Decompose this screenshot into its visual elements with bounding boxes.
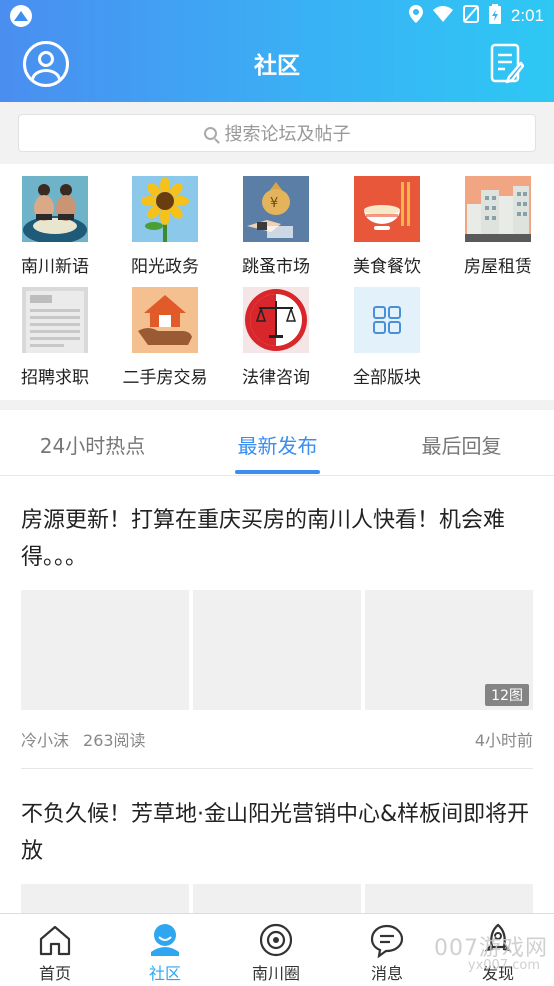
post-title[interactable]: 不负久候！芳草地·金山阳光营销中心&样板间即将开放 bbox=[21, 796, 533, 870]
nav-label: 南川圈 bbox=[251, 964, 300, 983]
category-nanchuan-news[interactable]: 南川新语 bbox=[0, 164, 110, 277]
search-area: 搜索论坛及帖子 bbox=[0, 102, 554, 164]
nav-label: 首页 bbox=[38, 964, 71, 983]
battery-icon bbox=[488, 4, 501, 28]
category-all-sections[interactable]: 全部版块 bbox=[332, 275, 442, 388]
category-label: 美食餐饮 bbox=[353, 257, 421, 277]
money-bag-icon: ¥ bbox=[243, 176, 309, 242]
post-meta: 冷小沫 263阅读 bbox=[21, 727, 146, 751]
post-time: 4小时前 bbox=[474, 731, 533, 750]
forum-category-grid: 南川新语 阳光政务 ¥ 跳蚤市场 美食餐饮 房屋租赁 招聘求职 二手房交易 法律… bbox=[0, 164, 554, 400]
post-image-2[interactable] bbox=[193, 590, 361, 710]
community-icon bbox=[151, 924, 179, 956]
tab-last-reply[interactable]: 最后回复 bbox=[369, 430, 554, 459]
post-author: 冷小沫 bbox=[21, 731, 70, 750]
category-label: 阳光政务 bbox=[131, 257, 199, 277]
post-separator bbox=[21, 768, 533, 769]
search-input[interactable]: 搜索论坛及帖子 bbox=[18, 114, 536, 152]
category-label: 法律咨询 bbox=[242, 368, 310, 388]
category-label: 全部版块 bbox=[353, 368, 421, 388]
category-second-hand-housing[interactable]: 二手房交易 bbox=[110, 275, 220, 388]
image-count-badge: 12图 bbox=[485, 684, 529, 706]
post-image-1[interactable] bbox=[21, 884, 189, 913]
buildings-icon bbox=[465, 176, 531, 242]
sunflower-icon bbox=[132, 176, 198, 242]
grid-icon bbox=[354, 287, 420, 353]
post-reads: 263阅读 bbox=[83, 731, 146, 750]
category-label: 招聘求职 bbox=[21, 368, 89, 388]
food-bowl-icon bbox=[354, 176, 420, 242]
post-image-3[interactable] bbox=[365, 884, 533, 913]
sumo-wrestlers-icon bbox=[22, 176, 88, 242]
post-item[interactable]: 房源更新！打算在重庆买房的南川人快看！机会难得。。。 12图 冷小沫 263阅读 … bbox=[0, 476, 554, 770]
category-sunshine-gov[interactable]: 阳光政务 bbox=[110, 164, 220, 277]
tab-24h-hot[interactable]: 24小时热点 bbox=[0, 430, 185, 459]
category-legal[interactable]: 法律咨询 bbox=[221, 275, 331, 388]
nav-messages[interactable]: 消息 bbox=[332, 914, 442, 986]
circle-icon bbox=[259, 923, 293, 957]
post-title[interactable]: 房源更新！打算在重庆买房的南川人快看！机会难得。。。 bbox=[21, 502, 533, 576]
status-time: 2:01 bbox=[510, 6, 544, 25]
post-tabs: 24小时热点 最新发布 最后回复 bbox=[0, 410, 554, 476]
nav-community[interactable]: 社区 bbox=[110, 914, 220, 986]
category-label: 二手房交易 bbox=[122, 368, 208, 388]
active-tab-indicator bbox=[235, 470, 320, 474]
svg-text:¥: ¥ bbox=[270, 196, 278, 211]
category-rental[interactable]: 房屋租赁 bbox=[443, 164, 553, 277]
post-image-1[interactable] bbox=[21, 590, 189, 710]
post-image-2[interactable] bbox=[193, 884, 361, 913]
nav-home[interactable]: 首页 bbox=[0, 914, 110, 986]
wifi-icon bbox=[432, 6, 453, 26]
nav-label: 社区 bbox=[148, 964, 181, 983]
app-logo-icon bbox=[10, 5, 32, 27]
category-label: 跳蚤市场 bbox=[242, 257, 310, 277]
no-sim-icon bbox=[462, 5, 479, 27]
app-header: 2:01 社区 bbox=[0, 0, 554, 102]
status-bar: 2:01 bbox=[0, 0, 554, 30]
tab-latest[interactable]: 最新发布 bbox=[185, 430, 370, 459]
scales-icon bbox=[243, 287, 309, 353]
category-label: 房屋租赁 bbox=[464, 257, 532, 277]
home-icon bbox=[39, 925, 71, 956]
nav-nanchuan-circle[interactable]: 南川圈 bbox=[221, 914, 331, 986]
category-food[interactable]: 美食餐饮 bbox=[332, 164, 442, 277]
search-placeholder: 搜索论坛及帖子 bbox=[224, 124, 351, 145]
nav-label: 消息 bbox=[370, 964, 403, 983]
message-icon bbox=[370, 924, 404, 958]
category-flea-market[interactable]: ¥ 跳蚤市场 bbox=[221, 164, 331, 277]
post-item[interactable]: 不负久候！芳草地·金山阳光营销中心&样板间即将开放 bbox=[0, 770, 554, 913]
watermark-url: yx007.com bbox=[467, 958, 540, 973]
category-jobs[interactable]: 招聘求职 bbox=[0, 275, 110, 388]
compose-icon bbox=[490, 43, 525, 84]
newspaper-icon bbox=[22, 287, 88, 353]
category-label: 南川新语 bbox=[21, 257, 89, 277]
section-divider bbox=[0, 400, 554, 410]
search-icon bbox=[203, 126, 217, 140]
post-image-3[interactable]: 12图 bbox=[365, 590, 533, 710]
house-hand-icon bbox=[132, 287, 198, 353]
page-title: 社区 bbox=[254, 53, 300, 79]
location-icon bbox=[408, 5, 423, 27]
status-icons: 2:01 bbox=[408, 4, 544, 28]
compose-post-button[interactable] bbox=[490, 43, 525, 85]
